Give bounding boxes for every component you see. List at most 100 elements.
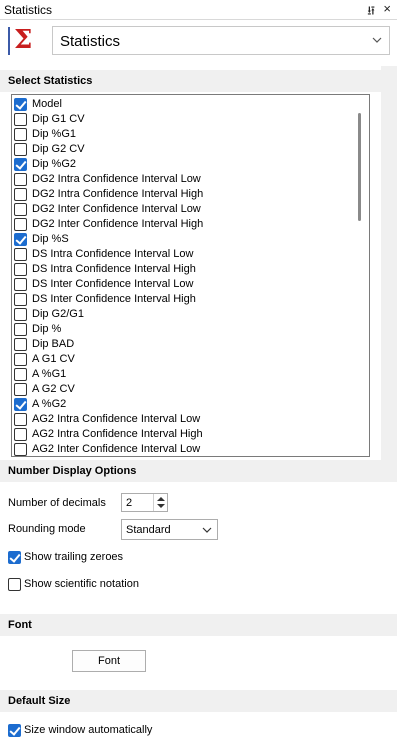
font-header: Font bbox=[0, 614, 381, 636]
close-icon[interactable]: × bbox=[383, 1, 391, 16]
checkbox-icon[interactable] bbox=[14, 308, 27, 321]
decimals-stepper[interactable]: 2 bbox=[121, 493, 168, 512]
list-item-label: Model bbox=[32, 98, 62, 110]
checkbox-icon[interactable] bbox=[14, 203, 27, 216]
checkbox-icon[interactable] bbox=[8, 551, 21, 564]
sigma-icon: Σ bbox=[8, 25, 36, 55]
window-titlebar: Statistics ⭿ × bbox=[0, 0, 397, 20]
list-scrollbar-thumb[interactable] bbox=[358, 113, 361, 221]
checkbox-icon[interactable] bbox=[14, 218, 27, 231]
stepper-up-icon[interactable] bbox=[157, 497, 165, 501]
list-item-label: Dip G2 CV bbox=[32, 143, 85, 155]
view-select[interactable]: Statistics bbox=[52, 26, 390, 55]
list-item[interactable]: AG2 Inter Confidence Interval Low bbox=[14, 442, 344, 456]
list-item[interactable]: A G1 CV bbox=[14, 352, 344, 367]
checkbox-icon[interactable] bbox=[8, 578, 21, 591]
show-scientific-notation-checkbox[interactable]: Show scientific notation bbox=[8, 577, 308, 593]
rounding-mode-select[interactable]: Standard bbox=[121, 519, 218, 540]
list-item[interactable]: DG2 Inter Confidence Interval High bbox=[14, 217, 344, 232]
list-item[interactable]: A G2 CV bbox=[14, 382, 344, 397]
list-item[interactable]: DS Inter Confidence Interval Low bbox=[14, 277, 344, 292]
list-item[interactable]: Model bbox=[14, 97, 344, 112]
list-item[interactable]: DG2 Intra Confidence Interval High bbox=[14, 187, 344, 202]
header-row: Σ Statistics bbox=[0, 20, 397, 66]
checkbox-icon[interactable] bbox=[14, 323, 27, 336]
checkbox-icon[interactable] bbox=[14, 233, 27, 246]
list-item-label: AG2 Inter Confidence Interval Low bbox=[32, 443, 201, 455]
checkbox-icon[interactable] bbox=[14, 413, 27, 426]
checkbox-icon[interactable] bbox=[14, 338, 27, 351]
panel-scrollbar-track[interactable] bbox=[381, 66, 397, 460]
checkbox-label: Size window automatically bbox=[24, 724, 153, 736]
checkbox-icon[interactable] bbox=[14, 383, 27, 396]
list-item-label: A G1 CV bbox=[32, 353, 75, 365]
default-size-header: Default Size bbox=[0, 690, 381, 712]
checkbox-icon[interactable] bbox=[14, 173, 27, 186]
panel-strip bbox=[381, 460, 397, 482]
list-item-label: Dip G2/G1 bbox=[32, 308, 84, 320]
list-item[interactable]: Dip %S bbox=[14, 232, 344, 247]
decimals-value: 2 bbox=[126, 497, 133, 509]
checkbox-icon[interactable] bbox=[14, 443, 27, 456]
list-item[interactable]: DG2 Intra Confidence Interval Low bbox=[14, 172, 344, 187]
list-item[interactable]: Dip BAD bbox=[14, 337, 344, 352]
number-display-header: Number Display Options bbox=[0, 460, 381, 482]
checkbox-icon[interactable] bbox=[14, 293, 27, 306]
list-item[interactable]: AG2 Intra Confidence Interval Low bbox=[14, 412, 344, 427]
list-item[interactable]: A %G1 bbox=[14, 367, 344, 382]
list-item-label: A %G1 bbox=[32, 368, 67, 380]
list-item-label: DS Inter Confidence Interval Low bbox=[32, 278, 194, 290]
list-item-label: Dip %G1 bbox=[32, 128, 77, 140]
checkbox-icon[interactable] bbox=[14, 113, 27, 126]
list-item-label: A %G2 bbox=[32, 398, 67, 410]
list-item[interactable]: DS Intra Confidence Interval Low bbox=[14, 247, 344, 262]
checkbox-icon[interactable] bbox=[14, 278, 27, 291]
list-item-label: DS Intra Confidence Interval High bbox=[32, 263, 196, 275]
list-item[interactable]: DS Inter Confidence Interval High bbox=[14, 292, 344, 307]
checkbox-icon[interactable] bbox=[14, 248, 27, 261]
show-trailing-zeroes-checkbox[interactable]: Show trailing zeroes bbox=[8, 550, 308, 566]
checkbox-icon[interactable] bbox=[14, 353, 27, 366]
size-window-automatically-checkbox[interactable]: Size window automatically bbox=[8, 723, 308, 739]
checkbox-label: Show scientific notation bbox=[24, 578, 139, 590]
list-item-label: Dip %G2 bbox=[32, 158, 77, 170]
list-item[interactable]: Dip G2 CV bbox=[14, 142, 344, 157]
list-item-label: DG2 Inter Confidence Interval Low bbox=[32, 203, 201, 215]
list-item[interactable]: A %G2 bbox=[14, 397, 344, 412]
list-item-label: DG2 Intra Confidence Interval High bbox=[32, 188, 204, 200]
checkbox-icon[interactable] bbox=[8, 724, 21, 737]
list-item[interactable]: Dip %G1 bbox=[14, 127, 344, 142]
checkbox-icon[interactable] bbox=[14, 143, 27, 156]
chevron-down-icon bbox=[372, 37, 382, 43]
checkbox-label: Show trailing zeroes bbox=[24, 551, 124, 563]
list-item[interactable]: DG2 Inter Confidence Interval Low bbox=[14, 202, 344, 217]
panel-strip bbox=[381, 614, 397, 636]
statistics-listbox[interactable]: Model Dip G1 CV Dip %G1 Dip G2 CV Dip %G2 DG2… bbox=[11, 94, 370, 457]
stepper-down-icon[interactable] bbox=[157, 504, 165, 508]
list-item[interactable]: AG2 Intra Confidence Interval High bbox=[14, 427, 344, 442]
list-item[interactable]: Dip G2/G1 bbox=[14, 307, 344, 322]
checkbox-icon[interactable] bbox=[14, 263, 27, 276]
list-item-label: DS Inter Confidence Interval High bbox=[32, 293, 196, 305]
view-select-value: Statistics bbox=[60, 33, 121, 50]
list-item[interactable]: Dip % bbox=[14, 322, 344, 337]
checkbox-icon[interactable] bbox=[14, 128, 27, 141]
checkbox-icon[interactable] bbox=[14, 398, 27, 411]
checkbox-icon[interactable] bbox=[14, 158, 27, 171]
checkbox-icon[interactable] bbox=[14, 98, 27, 111]
list-item[interactable]: DS Intra Confidence Interval High bbox=[14, 262, 344, 277]
window-title: Statistics bbox=[4, 3, 53, 17]
select-statistics-header: Select Statistics bbox=[0, 70, 381, 92]
list-item[interactable]: Dip %G2 bbox=[14, 157, 344, 172]
chevron-down-icon bbox=[202, 527, 212, 533]
font-button[interactable]: Font bbox=[72, 650, 146, 672]
stepper-buttons[interactable] bbox=[153, 494, 167, 511]
list-item-label: A G2 CV bbox=[32, 383, 75, 395]
checkbox-icon[interactable] bbox=[14, 368, 27, 381]
checkbox-icon[interactable] bbox=[14, 428, 27, 441]
checkbox-icon[interactable] bbox=[14, 188, 27, 201]
rounding-mode-value: Standard bbox=[126, 524, 171, 536]
list-item-label: DG2 Intra Confidence Interval Low bbox=[32, 173, 201, 185]
list-item[interactable]: Dip G1 CV bbox=[14, 112, 344, 127]
list-item-label: AG2 Intra Confidence Interval Low bbox=[32, 413, 201, 425]
